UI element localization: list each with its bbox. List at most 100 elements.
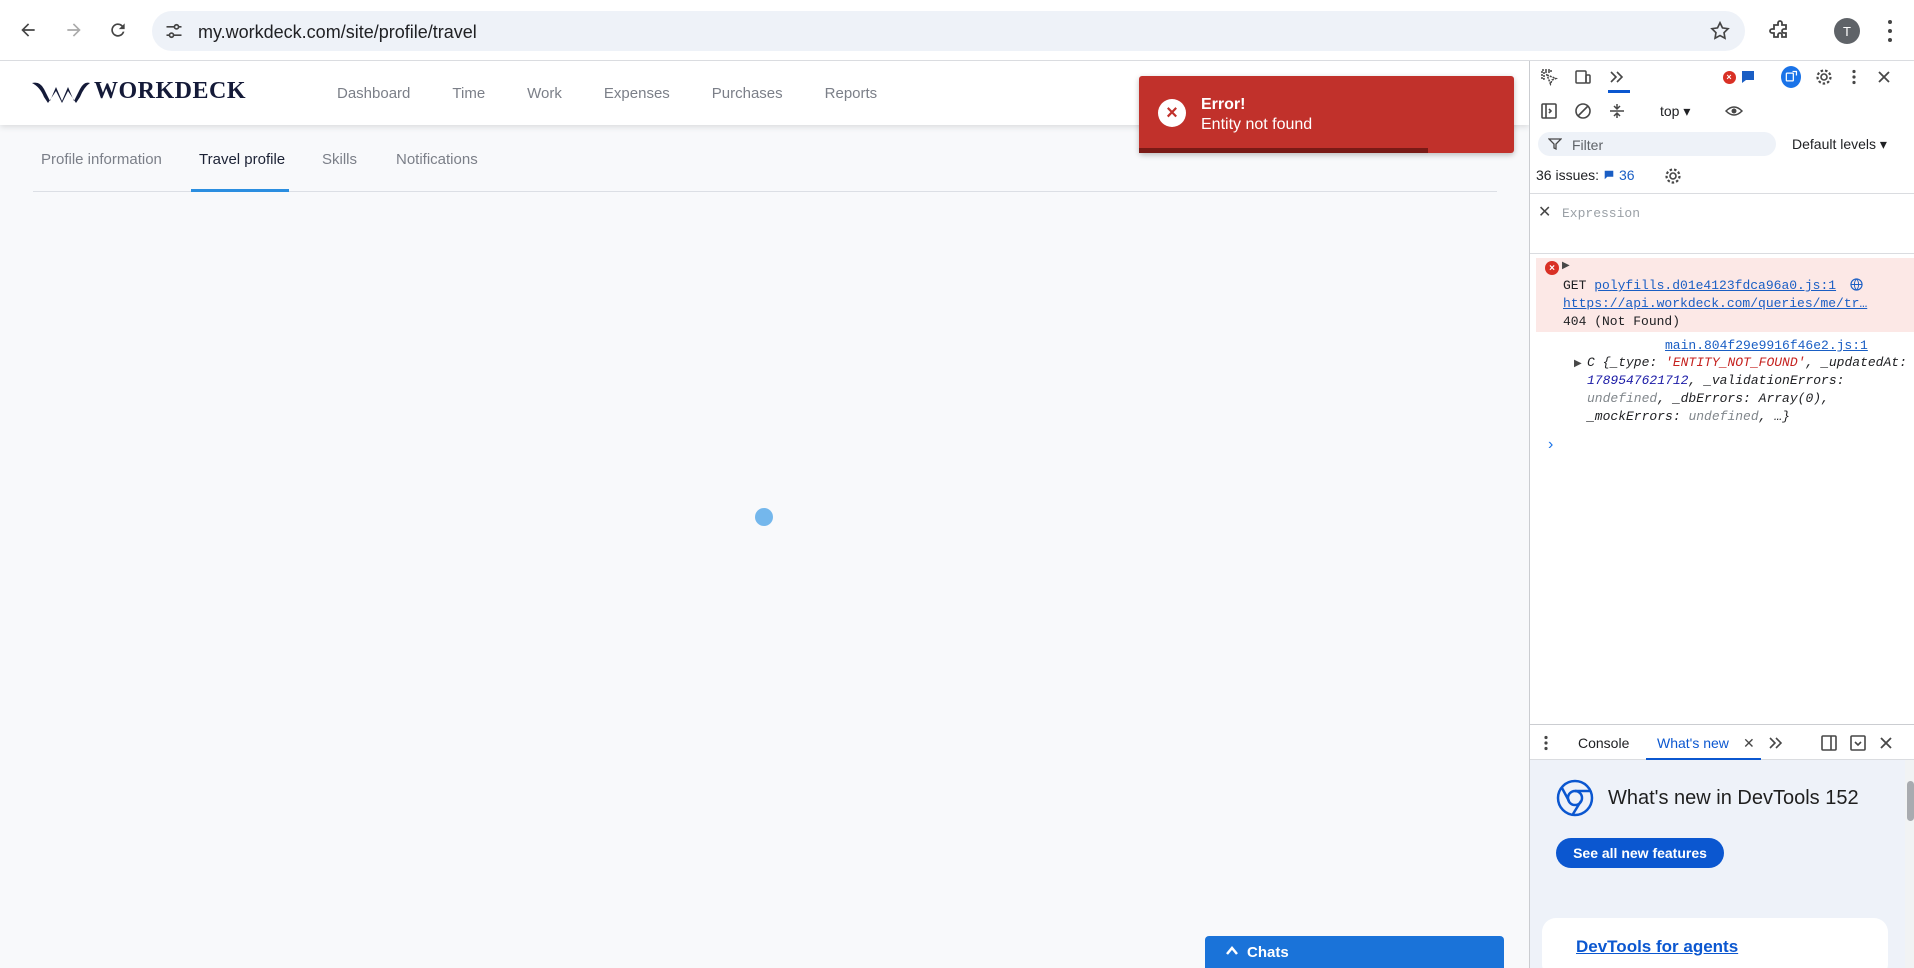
site-settings-icon[interactable] (164, 21, 184, 41)
message-count-icon[interactable] (1738, 67, 1758, 87)
devtools-menu-icon[interactable] (1844, 67, 1864, 87)
browser-toolbar: my.workdeck.com/site/profile/travel T (0, 0, 1914, 61)
log-levels-value: Default levels (1792, 136, 1877, 152)
object-expand-triangle-icon[interactable]: ▶ (1574, 358, 1582, 369)
devtools-for-agents-link[interactable]: DevTools for agents (1576, 937, 1738, 957)
drawer-tab-whats-new[interactable]: What's new (1657, 735, 1729, 751)
clear-console-icon[interactable] (1573, 101, 1593, 121)
workdeck-logo[interactable]: WORKDECK (30, 77, 246, 105)
obj-value-mock: undefined (1688, 409, 1759, 424)
error-status: 404 (Not Found) (1563, 314, 1681, 329)
device-toolbar-icon[interactable] (1573, 67, 1593, 87)
back-arrow-icon (21, 23, 35, 37)
chats-button[interactable]: Chats (1205, 936, 1504, 968)
network-globe-icon[interactable] (1850, 278, 1863, 291)
issues-label: 36 issues: (1536, 167, 1600, 183)
forward-arrow-icon (67, 23, 81, 37)
error-toast[interactable]: × Error! Entity not found (1139, 76, 1514, 153)
tab-notifications[interactable]: Notifications (396, 139, 478, 192)
app-viewport: WORKDECK Dashboard Time Work Expenses Pu… (0, 61, 1529, 968)
back-button[interactable] (14, 16, 42, 44)
issues-settings-gear-icon[interactable] (1664, 167, 1682, 185)
toast-title: Error! (1201, 96, 1246, 113)
console-toolbar: top ▾ (1530, 93, 1914, 129)
error-source-link[interactable]: polyfills.d01e4123fdca96a0.js:1 (1594, 278, 1836, 293)
obj-key-updated: _updatedAt (1821, 355, 1900, 370)
main-navigation: Dashboard Time Work Expenses Purchases R… (337, 85, 919, 102)
extensions-puzzle-icon[interactable] (1768, 19, 1792, 43)
whats-new-scrollbar-thumb[interactable] (1907, 781, 1914, 821)
context-value: top (1660, 103, 1680, 119)
issues-counter[interactable]: 36 issues: 36 (1536, 167, 1635, 183)
workdeck-logo-icon (32, 82, 90, 103)
collapse-icon[interactable] (1607, 101, 1627, 121)
forward-button[interactable] (60, 16, 88, 44)
profile-avatar[interactable]: T (1834, 18, 1860, 44)
reload-button[interactable] (104, 16, 132, 44)
nav-dashboard[interactable]: Dashboard (337, 85, 410, 102)
nav-reports[interactable]: Reports (825, 85, 878, 102)
settings-gear-icon[interactable] (1814, 67, 1834, 87)
context-select[interactable]: top ▾ (1660, 103, 1690, 120)
close-whats-new-icon[interactable]: ✕ (1743, 735, 1755, 752)
see-all-features-button[interactable]: See all new features (1556, 838, 1724, 868)
chevron-up-icon (1226, 946, 1238, 955)
error-url-link[interactable]: https://api.workdeck.com/queries/me/tr… (1563, 296, 1867, 311)
obj-value-type: 'ENTITY_NOT_FOUND' (1665, 355, 1806, 370)
error-count-icon[interactable]: × (1719, 67, 1739, 87)
devtools-logo-icon (1556, 779, 1594, 817)
obj-key-db: _dbErrors (1672, 391, 1744, 406)
issues-badge: 36 (1603, 167, 1635, 183)
tab-skills[interactable]: Skills (322, 139, 357, 192)
live-expression-eye-icon[interactable] (1724, 101, 1744, 121)
obj-key-type: _type (1610, 355, 1650, 370)
obj-prefix: C { (1587, 355, 1611, 370)
drawer-menu-icon[interactable] (1536, 733, 1556, 753)
obj-value-validation: undefined (1587, 391, 1658, 406)
logged-object[interactable]: C {_type: 'ENTITY_NOT_FOUND', _updatedAt… (1587, 354, 1907, 426)
error-request-line: GET polyfills.d01e4123fdca96a0.js:1 (1563, 278, 1863, 293)
sync-icon[interactable] (1781, 66, 1801, 88)
browser-menu-icon[interactable] (1882, 20, 1898, 42)
filter-funnel-icon (1548, 138, 1562, 151)
reload-icon (111, 23, 125, 37)
console-filter-input[interactable]: Filter (1538, 132, 1776, 156)
obj-key-mock: _mockErrors (1587, 409, 1673, 424)
live-expression-input[interactable]: Expression (1562, 206, 1640, 221)
chats-label: Chats (1247, 944, 1289, 961)
close-devtools-icon[interactable] (1874, 67, 1894, 87)
divider (1530, 253, 1914, 254)
nav-purchases[interactable]: Purchases (712, 85, 783, 102)
obj-suffix: …} (1774, 409, 1790, 424)
drawer-tab-console[interactable]: Console (1578, 735, 1629, 751)
nav-expenses[interactable]: Expenses (604, 85, 670, 102)
more-tabs-icon[interactable] (1607, 67, 1627, 87)
bookmark-star-icon[interactable] (1709, 20, 1731, 42)
nav-time[interactable]: Time (452, 85, 485, 102)
obj-key-validation: _validationErrors (1704, 373, 1837, 388)
drawer-more-tabs-icon[interactable] (1766, 733, 1786, 753)
expand-triangle-icon[interactable]: ▶ (1562, 260, 1570, 271)
dock-bottom-icon[interactable] (1848, 733, 1868, 753)
dock-side-icon[interactable] (1819, 733, 1839, 753)
close-drawer-icon[interactable] (1876, 733, 1896, 753)
tab-profile-information[interactable]: Profile information (41, 139, 162, 192)
divider (1530, 193, 1914, 194)
issues-message-icon (1604, 170, 1614, 180)
url-text[interactable]: my.workdeck.com/site/profile/travel (198, 22, 477, 43)
error-method: GET (1563, 278, 1587, 293)
nav-work[interactable]: Work (527, 85, 562, 102)
console-prompt-chevron-icon[interactable]: › (1548, 436, 1553, 454)
inspect-element-icon[interactable] (1539, 67, 1559, 87)
console-error-icon: × (1545, 261, 1559, 275)
address-bar[interactable]: my.workdeck.com/site/profile/travel (152, 11, 1745, 51)
toast-progress-bar (1139, 148, 1428, 153)
tab-travel-profile[interactable]: Travel profile (191, 139, 289, 192)
whats-new-title: What's new in DevTools 152 (1608, 787, 1859, 809)
sidebar-toggle-icon[interactable] (1539, 101, 1559, 121)
remove-expression-icon[interactable]: ✕ (1538, 202, 1551, 222)
log-levels-dropdown[interactable]: Default levels ▾ (1792, 136, 1887, 153)
drawer-tab-bar: Console What's new ✕ (1530, 724, 1914, 761)
log-source-link[interactable]: main.804f29e9916f46e2.js:1 (1665, 338, 1868, 353)
loading-spinner (755, 508, 773, 526)
